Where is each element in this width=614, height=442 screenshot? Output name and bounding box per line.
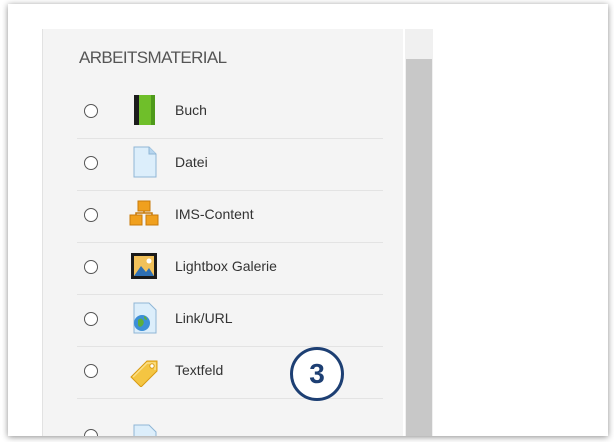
- activity-label: Link/URL: [175, 310, 233, 326]
- activity-label: IMS-Content: [175, 206, 254, 222]
- scrollbar-thumb[interactable]: [406, 59, 432, 436]
- radio-link-url[interactable]: [84, 312, 98, 326]
- activity-label: Datei: [175, 154, 208, 170]
- radio-partial[interactable]: [84, 429, 98, 436]
- radio-textfeld[interactable]: [84, 364, 98, 378]
- activity-item-link-url[interactable]: Link/URL: [73, 295, 383, 347]
- image-gallery-icon: [127, 249, 161, 283]
- radio-datei[interactable]: [84, 156, 98, 170]
- file-icon: [127, 423, 161, 436]
- activity-item-buch[interactable]: Buch: [73, 87, 383, 139]
- radio-ims-content[interactable]: [84, 208, 98, 222]
- radio-buch[interactable]: [84, 104, 98, 118]
- section-title: ARBEITSMATERIAL: [79, 48, 227, 67]
- activity-item-ims-content[interactable]: IMS-Content: [73, 191, 383, 243]
- activity-label: Textfeld: [175, 362, 224, 378]
- screenshot-frame: ARBEITSMATERIAL Buch Datei IMS-Content L…: [8, 4, 608, 436]
- file-icon: [127, 145, 161, 179]
- activity-item-datei[interactable]: Datei: [73, 139, 383, 191]
- step-number-badge: 3: [290, 347, 344, 401]
- activity-chooser-panel: ARBEITSMATERIAL Buch Datei IMS-Content L…: [42, 29, 433, 436]
- activity-label: Buch: [175, 102, 207, 118]
- link-url-icon: [127, 301, 161, 335]
- activity-item-lightbox-galerie[interactable]: Lightbox Galerie: [73, 243, 383, 295]
- radio-lightbox-galerie[interactable]: [84, 260, 98, 274]
- ims-content-icon: [127, 197, 161, 231]
- label-tag-icon: [127, 353, 161, 387]
- activity-item-partial[interactable]: [73, 399, 383, 436]
- activity-label: Lightbox Galerie: [175, 258, 277, 274]
- book-icon: [127, 93, 161, 127]
